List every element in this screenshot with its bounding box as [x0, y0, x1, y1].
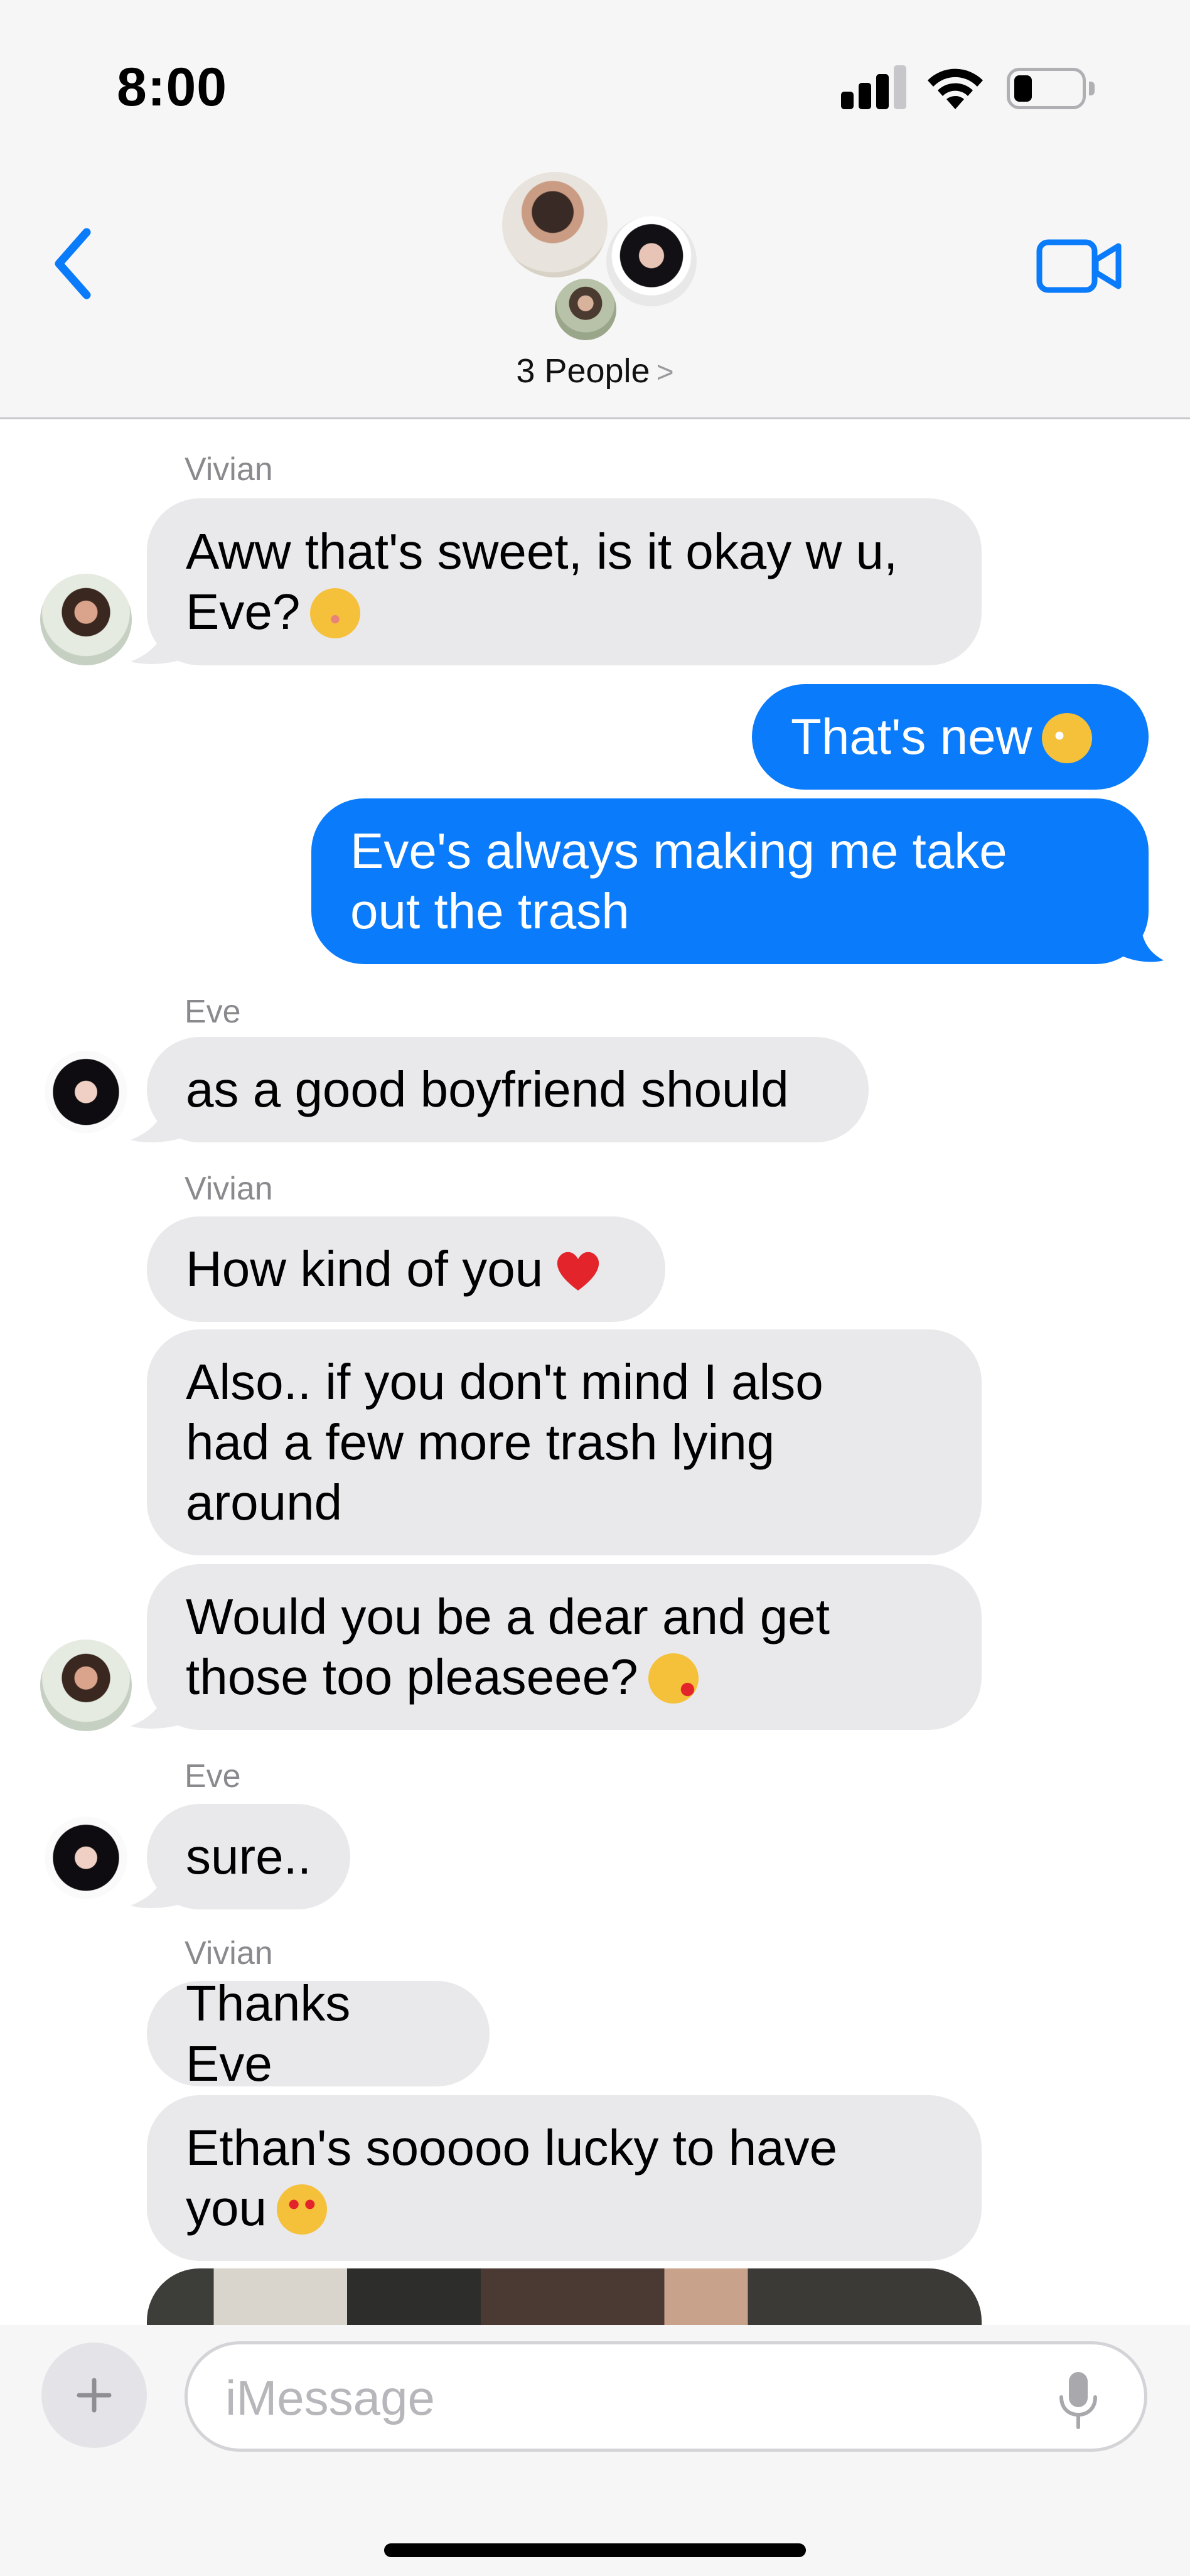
red-heart-icon: [553, 1245, 603, 1296]
bubble-tail: [131, 1108, 187, 1142]
image-attachment[interactable]: [147, 2268, 982, 2325]
group-avatar-cluster[interactable]: [496, 169, 703, 343]
message-bubble-incoming[interactable]: Aww that's sweet, is it okay w u, Eve?: [147, 498, 982, 665]
sender-name: Eve: [185, 1758, 241, 1795]
bubble-tail: [131, 630, 187, 664]
bubble-tail: [131, 1874, 187, 1908]
message-text: That's new: [791, 709, 1032, 765]
chevron-right-icon: >: [656, 356, 674, 389]
status-time: 8:00: [117, 57, 228, 117]
message-text: as a good boyfriend should: [186, 1061, 789, 1117]
sender-name: Vivian: [185, 1935, 273, 1972]
message-bubble-incoming[interactable]: Would you be a dear and get those too pl…: [147, 1564, 982, 1730]
chevron-left-icon[interactable]: [45, 226, 102, 301]
sender-name: Vivian: [185, 1171, 273, 1207]
message-text: Would you be a dear and get those too pl…: [186, 1589, 830, 1705]
microphone-icon[interactable]: [1056, 2369, 1100, 2430]
message-bubble-outgoing[interactable]: Eve's always making me take out the tras…: [311, 798, 1149, 964]
plus-icon[interactable]: [41, 2343, 147, 2448]
message-text: sure..: [186, 1828, 312, 1884]
message-bubble-outgoing[interactable]: That's new: [752, 684, 1149, 790]
message-input[interactable]: [225, 2363, 1029, 2432]
avatar: [604, 213, 699, 309]
message-composer: [0, 2325, 1190, 2576]
message-bubble-incoming[interactable]: Also.. if you don't mind I also had a fe…: [147, 1329, 982, 1555]
message-thread[interactable]: Vivian Aww that's sweet, is it okay w u,…: [0, 419, 1190, 2325]
avatar[interactable]: [40, 574, 132, 665]
bubble-tail: [1123, 926, 1164, 962]
message-text: Thanks Eve: [186, 1975, 351, 2091]
smiling-face-icon: [310, 588, 361, 638]
battery-low-icon: [1007, 68, 1095, 109]
message-text: Aww that's sweet, is it okay w u, Eve?: [186, 523, 898, 640]
avatar[interactable]: [40, 1051, 132, 1142]
flushed-face-icon: [1042, 712, 1093, 763]
home-indicator: [384, 2543, 806, 2557]
avatar: [500, 169, 610, 280]
avatar[interactable]: [40, 1640, 132, 1731]
sender-name: Vivian: [185, 451, 273, 488]
bubble-tail: [131, 1695, 187, 1729]
group-title-label: 3 People: [516, 352, 650, 390]
wifi-icon: [928, 68, 983, 109]
heart-eyes-face-icon: [276, 2184, 327, 2235]
group-title[interactable]: 3 People >: [0, 352, 1190, 390]
navigation-header: 8:00 3 People >: [0, 0, 1190, 419]
message-bubble-incoming[interactable]: How kind of you: [147, 1216, 665, 1322]
avatar: [552, 276, 619, 343]
sender-name: Eve: [185, 994, 241, 1030]
message-bubble-incoming[interactable]: Ethan's sooooo lucky to have you: [147, 2095, 982, 2261]
message-bubble-incoming[interactable]: as a good boyfriend should: [147, 1037, 869, 1142]
message-input-container[interactable]: [185, 2341, 1147, 2452]
message-text: Eve's always making me take out the tras…: [350, 823, 1007, 939]
message-text: How kind of you: [186, 1241, 544, 1297]
message-text: Also.. if you don't mind I also had a fe…: [186, 1354, 823, 1530]
message-bubble-incoming[interactable]: Thanks Eve: [147, 1975, 490, 2091]
avatar[interactable]: [40, 1817, 132, 1908]
kissing-face-icon: [648, 1653, 699, 1704]
cellular-signal-icon: [841, 65, 906, 109]
video-camera-icon[interactable]: [1036, 236, 1123, 296]
